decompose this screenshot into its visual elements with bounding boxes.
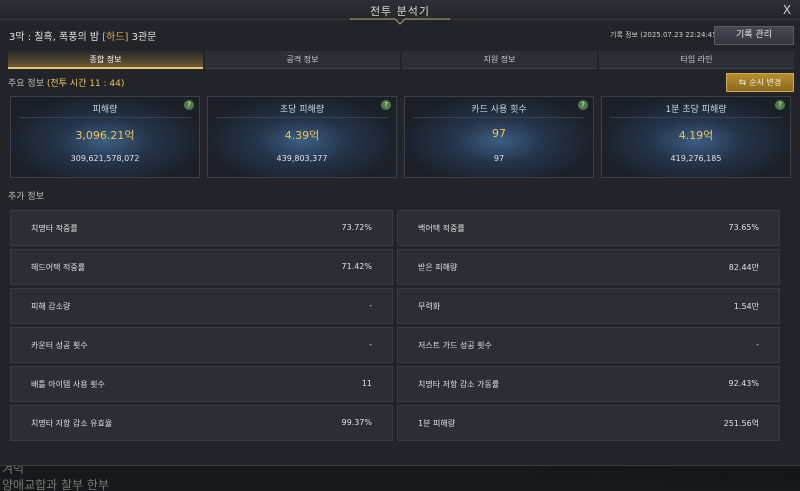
card-label: 1분 초당 피해량 bbox=[665, 105, 727, 115]
stat-row: 치명타 저항 감소 가동률 92.43% bbox=[397, 366, 780, 402]
card-sub-value: 97 bbox=[493, 154, 505, 163]
stat-name: 치명타 적중률 bbox=[31, 224, 78, 233]
difficulty-badge: [하드] bbox=[102, 32, 129, 43]
stat-row: 저스트 가드 성공 횟수 - bbox=[397, 327, 780, 363]
stat-card-1min-dps: 1분 초당 피해량 ? 4.19억 419,276,185 bbox=[601, 96, 791, 178]
stage-title: 3막 : 칠흑, 폭풍의 밤 [하드] 3관문 bbox=[9, 28, 156, 43]
stat-value: - bbox=[369, 301, 372, 310]
record-info: 기록 정보 (2025.07.23 22:24:45) bbox=[610, 31, 720, 39]
swap-icon: ⇆ bbox=[738, 78, 747, 88]
card-main-value: 97 bbox=[492, 127, 506, 140]
card-sub-value: 439,803,377 bbox=[276, 154, 328, 163]
stat-name: 무력화 bbox=[418, 302, 441, 311]
main-stat-cards: 피해량 ? 3,096.21억 309,621,578,072 초당 피해량 ?… bbox=[10, 96, 794, 178]
combat-analyzer-window: 전투 분석기 X 3막 : 칠흑, 폭풍의 밤 [하드] 3관문 기록 정보 (… bbox=[0, 0, 800, 466]
card-main-value: 4.19억 bbox=[678, 129, 714, 142]
card-sub-value: 419,276,185 bbox=[670, 154, 722, 163]
stat-name: 치명타 저항 감소 유효율 bbox=[31, 419, 113, 428]
change-order-label: 순서 변경 bbox=[749, 78, 782, 87]
stat-row: 피해 감소량 - bbox=[10, 288, 393, 324]
combat-time: (전투 시간 11 : 44) bbox=[46, 79, 125, 89]
card-divider bbox=[216, 117, 388, 118]
card-label: 초당 피해량 bbox=[279, 105, 325, 115]
header-row: 3막 : 칠흑, 폭풍의 밤 [하드] 3관문 기록 정보 (2025.07.2… bbox=[0, 20, 800, 48]
stat-row: 치명타 저항 감소 유효율 99.37% bbox=[10, 405, 393, 441]
tab-attack[interactable]: 공격 정보 bbox=[205, 51, 400, 69]
stage-gate: 3관문 bbox=[131, 32, 157, 43]
stat-value: 82.44만 bbox=[728, 263, 759, 272]
card-main-value: 3,096.21억 bbox=[75, 129, 135, 142]
change-order-button[interactable]: ⇆ 순서 변경 bbox=[726, 73, 794, 92]
stat-value: - bbox=[756, 340, 759, 349]
tab-bar: 종합 정보 공격 정보 지원 정보 타임 라인 bbox=[8, 51, 794, 69]
stat-value: - bbox=[369, 340, 372, 349]
stat-value: 1.54만 bbox=[733, 302, 759, 311]
stat-value: 73.72% bbox=[341, 223, 372, 232]
record-manage-button[interactable]: 기록 관리 bbox=[714, 26, 794, 45]
stat-row: 1분 피해량 251.56억 bbox=[397, 405, 780, 441]
stat-value: 71.42% bbox=[341, 262, 372, 271]
stat-name: 받은 피해량 bbox=[418, 263, 458, 272]
stat-name: 치명타 저항 감소 가동률 bbox=[418, 380, 500, 389]
stat-row: 카운터 성공 횟수 - bbox=[10, 327, 393, 363]
stat-value: 251.56억 bbox=[723, 419, 759, 428]
stat-name: 헤드어택 적중률 bbox=[31, 263, 86, 272]
stat-row: 받은 피해량 82.44만 bbox=[397, 249, 780, 285]
stat-value: 92.43% bbox=[728, 379, 759, 388]
stat-card-card-usage: 카드 사용 횟수 ? 97 97 bbox=[404, 96, 594, 178]
main-info-title: 주요 정보 bbox=[8, 79, 44, 89]
extra-info-label: 추가 정보 bbox=[8, 192, 44, 202]
stat-name: 배틀 아이템 사용 횟수 bbox=[31, 380, 105, 389]
help-icon[interactable]: ? bbox=[775, 100, 785, 110]
background-text: 양애교합과 찰부 한부 bbox=[2, 478, 109, 491]
stat-value: 73.65% bbox=[728, 223, 759, 232]
stat-row: 무력화 1.54만 bbox=[397, 288, 780, 324]
card-main-value: 4.39억 bbox=[284, 129, 320, 142]
stat-name: 1분 피해량 bbox=[418, 419, 456, 428]
stat-name: 백어택 적중률 bbox=[418, 224, 465, 233]
stat-row: 배틀 아이템 사용 횟수 11 bbox=[10, 366, 393, 402]
tab-timeline[interactable]: 타임 라인 bbox=[599, 51, 794, 69]
help-icon[interactable]: ? bbox=[184, 100, 194, 110]
card-divider bbox=[413, 117, 585, 118]
stage-name: 3막 : 칠흑, 폭풍의 밤 bbox=[9, 32, 100, 43]
tab-overview[interactable]: 종합 정보 bbox=[8, 51, 203, 69]
card-divider bbox=[19, 117, 191, 118]
extra-stats-grid: 치명타 적중률 73.72% 헤드어택 적중률 71.42% 피해 감소량 - … bbox=[10, 210, 794, 442]
stat-card-dps: 초당 피해량 ? 4.39억 439,803,377 bbox=[207, 96, 397, 178]
card-divider bbox=[610, 117, 782, 118]
stat-row: 백어택 적중률 73.65% bbox=[397, 210, 780, 246]
stat-row: 치명타 적중률 73.72% bbox=[10, 210, 393, 246]
title-bar[interactable]: 전투 분석기 X bbox=[0, 0, 800, 25]
stat-value: 11 bbox=[361, 379, 372, 388]
stat-value: 99.37% bbox=[341, 418, 372, 427]
card-sub-value: 309,621,578,072 bbox=[70, 154, 140, 163]
help-icon[interactable]: ? bbox=[381, 100, 391, 110]
stat-name: 카운터 성공 횟수 bbox=[31, 341, 88, 350]
card-label: 카드 사용 횟수 bbox=[471, 105, 527, 115]
stat-row: 헤드어택 적중률 71.42% bbox=[10, 249, 393, 285]
help-icon[interactable]: ? bbox=[578, 100, 588, 110]
close-button[interactable]: X bbox=[780, 3, 794, 17]
main-info-label: 주요 정보 (전투 시간 11 : 44) bbox=[8, 76, 124, 89]
tab-support[interactable]: 지원 정보 bbox=[402, 51, 597, 69]
card-label: 피해량 bbox=[92, 105, 118, 115]
stat-card-damage: 피해량 ? 3,096.21억 309,621,578,072 bbox=[10, 96, 200, 178]
stat-name: 저스트 가드 성공 횟수 bbox=[418, 341, 492, 350]
stat-name: 피해 감소량 bbox=[31, 302, 71, 311]
